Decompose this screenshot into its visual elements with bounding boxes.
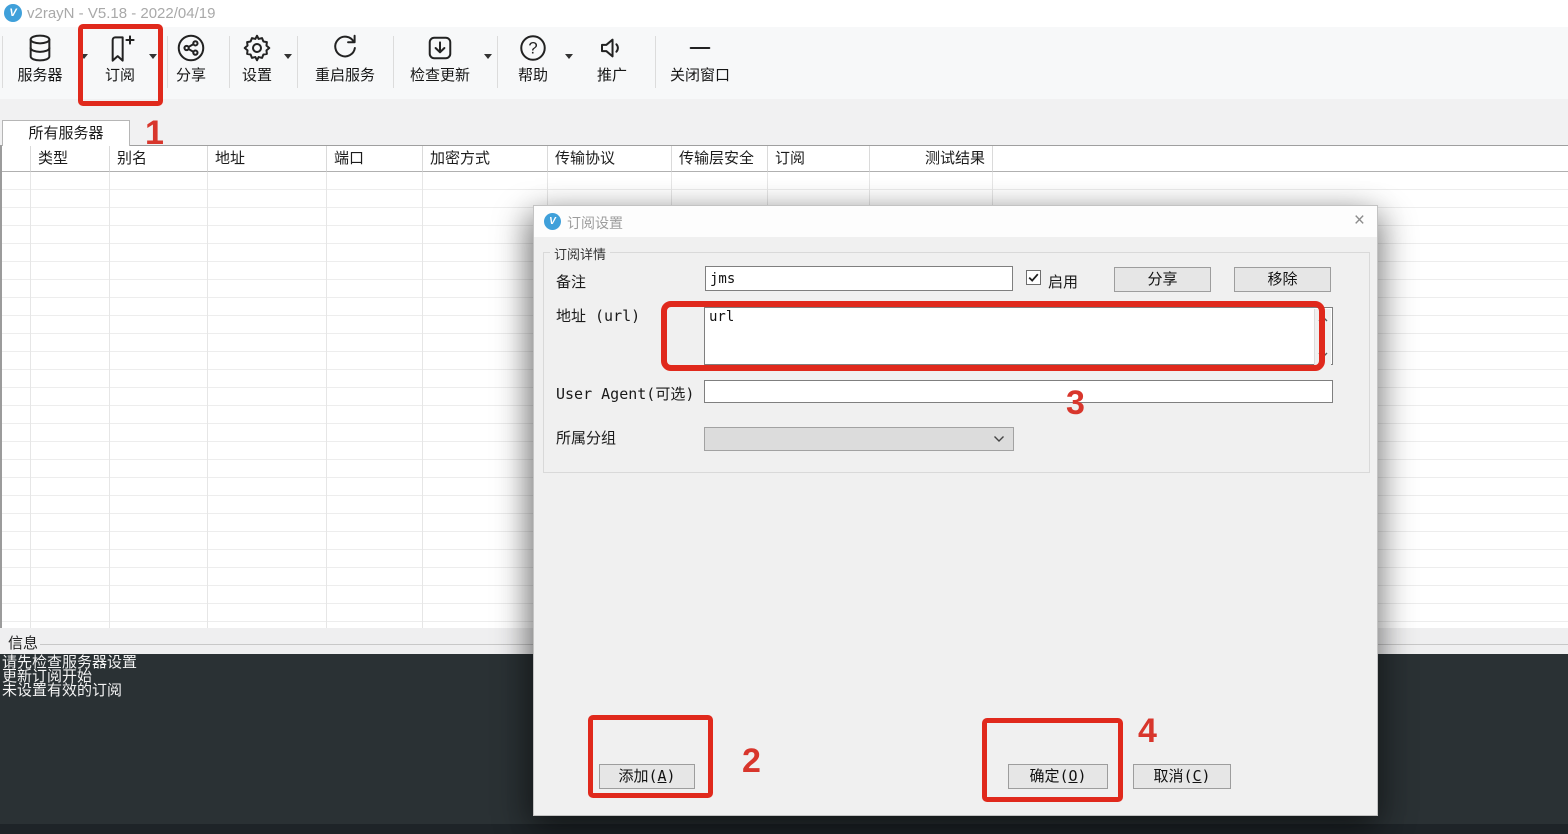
url-textarea-frame: url <box>704 307 1333 365</box>
window-left-edge <box>0 146 2 654</box>
cancel-button[interactable]: 取消(C) <box>1133 764 1231 789</box>
toolbar-button-speaker[interactable]: 推广 <box>564 32 660 94</box>
window-titlebar: V v2rayN - V5.18 - 2022/04/19 <box>0 0 1568 27</box>
column-header-filler <box>993 146 1568 172</box>
scroll-down-icon[interactable] <box>1318 351 1328 359</box>
toolbar-separator <box>655 36 656 88</box>
url-textarea[interactable]: url <box>705 308 1316 364</box>
add-button-mnemonic: A <box>657 767 667 785</box>
toolbar: 服务器 订阅 分享 设置 重启服务 检查更新? 帮助 推广 关闭窗口 <box>0 27 1568 100</box>
status-group-label: 信息 <box>8 635 39 652</box>
ok-button-mnemonic: O <box>1068 767 1078 785</box>
dialog-title: 订阅设置 <box>567 215 623 231</box>
minimize-icon <box>652 32 748 66</box>
column-header-端口[interactable]: 端口 <box>327 146 423 172</box>
subscription-settings-dialog: V 订阅设置 × 订阅详情 备注 启用 分享 移除 地址 (url) url U… <box>533 205 1378 816</box>
toolbar-button-gear[interactable]: 设置 <box>209 32 305 94</box>
column-header-订阅[interactable]: 订阅 <box>768 146 870 172</box>
column-header-别名[interactable]: 别名 <box>110 146 208 172</box>
subscription-details-label: 订阅详情 <box>550 244 611 263</box>
toolbar-separator <box>393 36 394 88</box>
grid-column-line <box>422 172 423 628</box>
toolbar-button-label: 推广 <box>596 67 627 84</box>
v2rayn-logo-icon: V <box>4 4 22 22</box>
grid-column-line <box>207 172 208 628</box>
tab-strip: 所有服务器 <box>0 99 1568 146</box>
toolbar-button-label: 关闭窗口 <box>669 67 730 84</box>
toolbar-button-label: 重启服务 <box>314 67 375 84</box>
group-label: 所属分组 <box>556 429 617 447</box>
toolbar-button-restart[interactable]: 重启服务 <box>297 32 393 94</box>
dropdown-caret-icon[interactable] <box>284 54 292 59</box>
add-button-text: 添加( <box>618 767 658 785</box>
tab-all-servers[interactable]: 所有服务器 <box>2 120 130 146</box>
check-icon <box>1028 273 1039 282</box>
dialog-logo-icon: V <box>544 213 561 230</box>
toolbar-separator <box>167 36 168 88</box>
column-header-selector[interactable] <box>0 146 31 172</box>
grid-column-line <box>30 172 31 628</box>
window-title: v2rayN - V5.18 - 2022/04/19 <box>27 5 216 22</box>
toolbar-separator <box>297 36 298 88</box>
gear-icon <box>209 32 305 66</box>
column-header-传输层安全[interactable]: 传输层安全 <box>672 146 768 172</box>
remove-button[interactable]: 移除 <box>1234 267 1331 292</box>
toolbar-separator <box>2 36 3 88</box>
column-header-类型[interactable]: 类型 <box>31 146 110 172</box>
cancel-button-mnemonic: C <box>1192 767 1202 785</box>
remark-input[interactable] <box>705 266 1013 291</box>
textarea-scrollbar[interactable] <box>1314 309 1331 365</box>
column-header-加密方式[interactable]: 加密方式 <box>423 146 548 172</box>
ok-button[interactable]: 确定(O) <box>1008 764 1108 789</box>
enable-checkbox[interactable] <box>1026 270 1041 285</box>
remark-label: 备注 <box>556 273 587 291</box>
restart-icon <box>297 32 393 66</box>
toolbar-button-label: 设置 <box>241 67 272 84</box>
url-label: 地址 (url) <box>556 307 641 325</box>
server-table-header: 类型 别名 地址 端口 加密方式 传输协议 传输层安全 订阅 测试结果 <box>0 146 1568 172</box>
toolbar-button-minimize[interactable]: 关闭窗口 <box>652 32 748 94</box>
cancel-button-text: 取消( <box>1153 767 1193 785</box>
column-header-测试结果[interactable]: 测试结果 <box>870 146 993 172</box>
chevron-down-icon <box>994 436 1004 442</box>
dialog-titlebar[interactable]: V 订阅设置 × <box>534 206 1377 237</box>
grid-column-line <box>109 172 110 628</box>
user-agent-label: User Agent(可选) <box>556 385 695 403</box>
toolbar-button-label: 检查更新 <box>409 67 470 84</box>
toolbar-separator <box>229 36 230 88</box>
add-button[interactable]: 添加(A) <box>599 764 695 789</box>
user-agent-input[interactable] <box>704 380 1333 403</box>
svg-text:?: ? <box>528 39 537 58</box>
taskbar-strip <box>0 824 1568 834</box>
ok-button-text: 确定( <box>1029 767 1069 785</box>
scroll-up-icon[interactable] <box>1318 315 1328 323</box>
column-header-地址[interactable]: 地址 <box>208 146 327 172</box>
enable-label: 启用 <box>1048 273 1079 291</box>
speaker-icon <box>564 32 660 66</box>
toolbar-button-update[interactable]: 检查更新 <box>392 32 488 94</box>
update-icon <box>392 32 488 66</box>
toolbar-separator <box>497 36 498 88</box>
grid-column-line <box>326 172 327 628</box>
v2rayn-main-window: V v2rayN - V5.18 - 2022/04/19 服务器 订阅 分享 设置重… <box>0 0 1568 834</box>
share-button[interactable]: 分享 <box>1114 267 1211 292</box>
group-select[interactable] <box>704 427 1014 451</box>
close-icon[interactable]: × <box>1354 211 1365 231</box>
column-header-传输协议[interactable]: 传输协议 <box>548 146 672 172</box>
